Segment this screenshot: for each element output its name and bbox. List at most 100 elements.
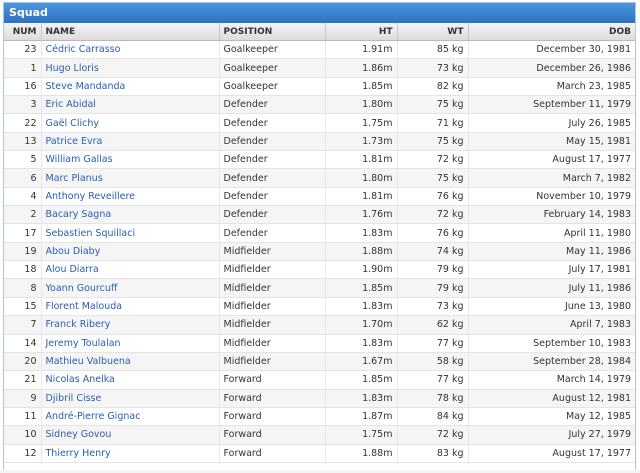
cell-num: 2 [4, 205, 42, 225]
cell-num: 7 [4, 315, 42, 335]
cell-num: 22 [4, 113, 42, 133]
player-name-link[interactable]: Mathieu Valbuena [41, 352, 220, 372]
cell-dob: November 10, 1979 [468, 187, 635, 207]
column-header-num[interactable]: NUM [4, 23, 42, 41]
player-name-link[interactable]: William Gallas [41, 150, 220, 170]
player-name-link[interactable]: Patrice Evra [41, 132, 220, 152]
table-row: 6 Marc Planus Defender 1.80m 75 kg March 7, 1… [4, 168, 635, 188]
player-name-link[interactable]: Cédric Carrasso [41, 40, 220, 60]
table-row: 1 Hugo Lloris Goalkeeper 1.86m 73 kg December… [4, 58, 635, 78]
cell-position: Forward [219, 444, 326, 463]
player-name-link[interactable]: Franck Ribery [41, 315, 220, 335]
table-row: 23 Cédric Carrasso Goalkeeper 1.91m 85 kg Dec… [4, 40, 635, 60]
cell-position: Defender [219, 150, 326, 170]
cell-dob: August 17, 1977 [468, 150, 635, 170]
column-header-position[interactable]: POSITION [219, 23, 326, 41]
player-name-link[interactable]: Marc Planus [41, 168, 220, 188]
panel-title: Squad [4, 3, 635, 23]
cell-weight: 82 kg [397, 77, 469, 97]
cell-num: 15 [4, 297, 42, 317]
cell-weight: 83 kg [397, 444, 469, 463]
player-name-link[interactable]: Thierry Henry [41, 444, 220, 463]
cell-height: 1.83m [325, 334, 398, 353]
cell-weight: 79 kg [397, 278, 469, 298]
cell-position: Defender [219, 168, 326, 188]
cell-weight: 77 kg [397, 370, 469, 390]
cell-dob: July 17, 1981 [468, 260, 635, 280]
cell-position: Midfielder [219, 278, 326, 298]
player-name-link[interactable]: Bacary Sagna [41, 205, 220, 225]
column-header-ht[interactable]: HT [325, 23, 398, 41]
cell-num: 4 [4, 187, 42, 207]
cell-position: Defender [219, 223, 326, 243]
cell-dob: December 30, 1981 [468, 40, 635, 60]
player-name-link[interactable]: Sidney Govou [41, 425, 220, 445]
player-name-link[interactable]: Florent Malouda [41, 297, 220, 317]
cell-dob: September 11, 1979 [468, 95, 635, 115]
cell-height: 1.90m [325, 260, 398, 280]
cell-height: 1.86m [325, 58, 398, 78]
cell-height: 1.88m [325, 242, 398, 262]
player-name-link[interactable]: Yoann Gourcuff [41, 278, 220, 298]
player-name-link[interactable]: Abou Diaby [41, 242, 220, 262]
player-name-link[interactable]: Alou Diarra [41, 260, 220, 280]
table-row: 7 Franck Ribery Midfielder 1.70m 62 kg April … [4, 315, 635, 335]
table-row: 8 Yoann Gourcuff Midfielder 1.85m 79 kg July … [4, 278, 635, 298]
table-row: 4 Anthony Reveillere Defender 1.81m 76 kg Nov… [4, 187, 635, 207]
cell-position: Midfielder [219, 242, 326, 262]
cell-weight: 74 kg [397, 242, 469, 262]
cell-height: 1.88m [325, 444, 398, 463]
cell-weight: 73 kg [397, 58, 469, 78]
cell-num: 5 [4, 150, 42, 170]
squad-panel: Squad NUM NAME POSITION HT WT DOB 23 Cédr… [3, 2, 636, 472]
cell-dob: June 13, 1980 [468, 297, 635, 317]
player-name-link[interactable]: Anthony Reveillere [41, 187, 220, 207]
cell-dob: February 14, 1983 [468, 205, 635, 225]
cell-num: 9 [4, 389, 42, 408]
cell-num: 1 [4, 58, 42, 78]
cell-dob: August 17, 1977 [468, 444, 635, 463]
player-name-link[interactable]: Eric Abidal [41, 95, 220, 115]
cell-num: 20 [4, 352, 42, 372]
cell-dob: July 26, 1985 [468, 113, 635, 133]
cell-position: Defender [219, 205, 326, 225]
cell-num: 23 [4, 40, 42, 60]
squad-table: NUM NAME POSITION HT WT DOB 23 Cédric Car… [4, 23, 635, 463]
cell-num: 17 [4, 223, 42, 243]
cell-height: 1.76m [325, 205, 398, 225]
cell-position: Forward [219, 407, 326, 427]
cell-num: 12 [4, 444, 42, 463]
player-name-link[interactable]: Jeremy Toulalan [41, 334, 220, 353]
player-name-link[interactable]: Nicolas Anelka [41, 370, 220, 390]
cell-dob: September 28, 1984 [468, 352, 635, 372]
cell-height: 1.83m [325, 389, 398, 408]
cell-position: Goalkeeper [219, 77, 326, 97]
player-name-link[interactable]: Gaël Clichy [41, 113, 220, 133]
table-row: 17 Sebastien Squillaci Defender 1.83m 76 kg A… [4, 223, 635, 243]
column-header-dob[interactable]: DOB [468, 23, 635, 41]
cell-num: 3 [4, 95, 42, 115]
cell-weight: 73 kg [397, 297, 469, 317]
cell-weight: 62 kg [397, 315, 469, 335]
cell-position: Midfielder [219, 297, 326, 317]
table-row: 3 Eric Abidal Defender 1.80m 75 kg September … [4, 95, 635, 115]
player-name-link[interactable]: Djibril Cisse [41, 389, 220, 408]
player-name-link[interactable]: André-Pierre Gignac [41, 407, 220, 427]
cell-height: 1.70m [325, 315, 398, 335]
cell-num: 10 [4, 425, 42, 445]
squad-table-body: 23 Cédric Carrasso Goalkeeper 1.91m 85 kg Dec… [4, 40, 635, 463]
cell-weight: 84 kg [397, 407, 469, 427]
table-row: 13 Patrice Evra Defender 1.73m 75 kg May 15, … [4, 132, 635, 152]
player-name-link[interactable]: Steve Mandanda [41, 77, 220, 97]
cell-dob: July 11, 1986 [468, 278, 635, 298]
cell-num: 19 [4, 242, 42, 262]
table-row: 9 Djibril Cisse Forward 1.83m 78 kg August 12… [4, 389, 635, 408]
player-name-link[interactable]: Hugo Lloris [41, 58, 220, 78]
cell-height: 1.80m [325, 168, 398, 188]
cell-num: 16 [4, 77, 42, 97]
cell-weight: 72 kg [397, 150, 469, 170]
column-header-name[interactable]: NAME [41, 23, 220, 41]
cell-num: 8 [4, 278, 42, 298]
player-name-link[interactable]: Sebastien Squillaci [41, 223, 220, 243]
column-header-wt[interactable]: WT [397, 23, 469, 41]
